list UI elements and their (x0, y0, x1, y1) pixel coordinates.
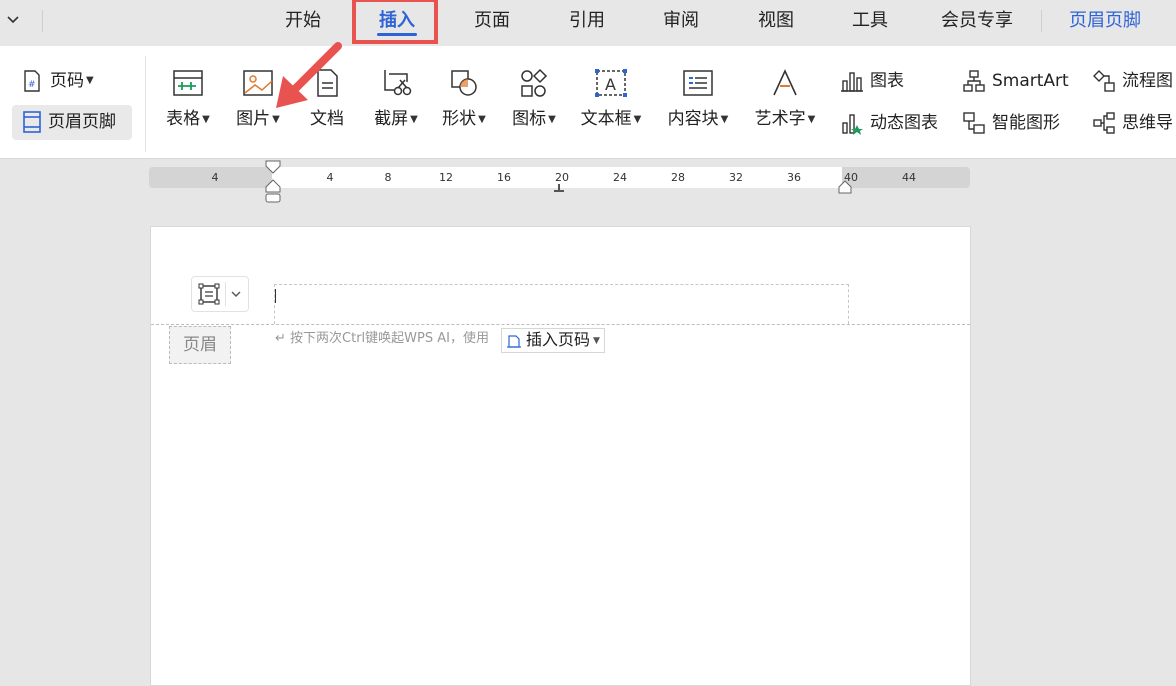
menu-tab-bar: 开始 插入 页面 引用 审阅 视图 工具 会员专享 页眉页脚 (0, 0, 1176, 46)
ribbon-toolbar: # 页码 ▼ 页眉页脚 表格 ▼ 图片 ▼ 文档 截屏 ▼ 形状 ▼ 图标 ▼ A 文本框 ▼ (0, 46, 1176, 159)
insert-page-number-button[interactable]: 插入页码 ▼ (501, 328, 605, 353)
document-button[interactable]: 文档 (300, 68, 354, 129)
ruler-tick: 4 (211, 171, 219, 184)
right-indent-marker-icon[interactable] (838, 180, 852, 194)
chevron-down-icon (231, 291, 241, 297)
ruler-tick: 16 (497, 171, 511, 184)
tab-view[interactable]: 视图 (745, 0, 807, 42)
table-icon (173, 70, 203, 96)
ruler-tick: 8 (384, 171, 392, 184)
ruler-tick: 4 (326, 171, 334, 184)
divider (145, 56, 146, 152)
mindmap-icon (1093, 112, 1115, 134)
ruler-tick: 44 (902, 171, 916, 184)
smart-graphic-button[interactable]: 智能图形 (962, 108, 1060, 138)
ruler-tick: 24 (613, 171, 627, 184)
dynamic-chart-icon (842, 114, 863, 135)
ruler-tick: 12 (439, 171, 453, 184)
flowchart-button[interactable]: 流程图 (1092, 66, 1173, 96)
bar-chart-icon (841, 72, 863, 92)
divider (225, 282, 226, 306)
wps-ai-hint: ↵ 按下两次Ctrl键唤起WPS AI，使用 (275, 331, 489, 346)
screenshot-button[interactable]: 截屏 ▼ (366, 68, 426, 129)
content-block-button[interactable]: 内容块 ▼ (660, 68, 736, 129)
tab-header-footer[interactable]: 页眉页脚 (1058, 0, 1152, 42)
divider (42, 10, 43, 32)
ruler-tick: 20 (555, 171, 569, 184)
tab-start[interactable]: 开始 (272, 0, 334, 42)
smart-graphic-icon (963, 112, 985, 134)
header-footer-button[interactable]: 页眉页脚 (12, 105, 132, 140)
icon-button[interactable]: 图标 ▼ (504, 68, 564, 129)
svg-text:#: # (28, 80, 36, 90)
shape-button[interactable]: 形状 ▼ (434, 68, 494, 129)
dynamic-chart-button[interactable]: 动态图表 (840, 108, 938, 138)
tab-page[interactable]: 页面 (461, 0, 523, 42)
svg-text:A: A (605, 75, 616, 94)
header-frame-button[interactable] (191, 276, 249, 312)
document-page[interactable]: 页眉 ↵ 按下两次Ctrl键唤起WPS AI，使用 插入页码 ▼ (150, 226, 971, 686)
picture-button[interactable]: 图片 ▼ (228, 68, 288, 129)
text-cursor (275, 289, 276, 303)
scissors-icon (384, 70, 412, 96)
header-label: 页眉 (169, 326, 231, 364)
tab-review[interactable]: 审阅 (650, 0, 712, 42)
document-icon (317, 69, 338, 97)
indent-marker-icon[interactable] (264, 160, 282, 204)
flowchart-icon (1093, 70, 1115, 92)
page-number-small-icon (507, 334, 521, 348)
ruler-tick: 36 (787, 171, 801, 184)
collapse-chevron-icon[interactable] (6, 12, 20, 31)
table-button[interactable]: 表格 ▼ (160, 68, 216, 129)
wordart-icon (773, 69, 797, 96)
ruler-tick: 32 (729, 171, 743, 184)
textbox-icon: A (595, 69, 627, 97)
page-number-icon: # (24, 70, 40, 92)
frame-select-icon (198, 283, 220, 305)
textbox-button[interactable]: A 文本框 ▼ (574, 68, 648, 129)
divider (1041, 10, 1042, 32)
icon-library-icon (521, 68, 548, 97)
wordart-button[interactable]: 艺术字 ▼ (748, 68, 822, 129)
tab-reference[interactable]: 引用 (556, 0, 618, 42)
picture-icon (243, 70, 273, 96)
shape-icon (451, 70, 477, 96)
smartart-icon (963, 70, 985, 92)
ruler-tick: 28 (671, 171, 685, 184)
mindmap-button[interactable]: 思维导 (1092, 108, 1173, 138)
header-boundary-line (151, 324, 970, 325)
tab-stop-icon (554, 184, 564, 192)
tab-member[interactable]: 会员专享 (930, 0, 1024, 42)
page-number-button[interactable]: # 页码 ▼ (20, 66, 94, 96)
header-footer-icon (23, 111, 41, 133)
smartart-button[interactable]: SmartArt (962, 66, 1069, 96)
content-block-icon (683, 70, 713, 96)
tab-tools[interactable]: 工具 (839, 0, 901, 42)
insert-tab-highlight (352, 0, 438, 44)
header-content-area[interactable] (274, 284, 849, 324)
chart-button[interactable]: 图表 (840, 66, 904, 96)
